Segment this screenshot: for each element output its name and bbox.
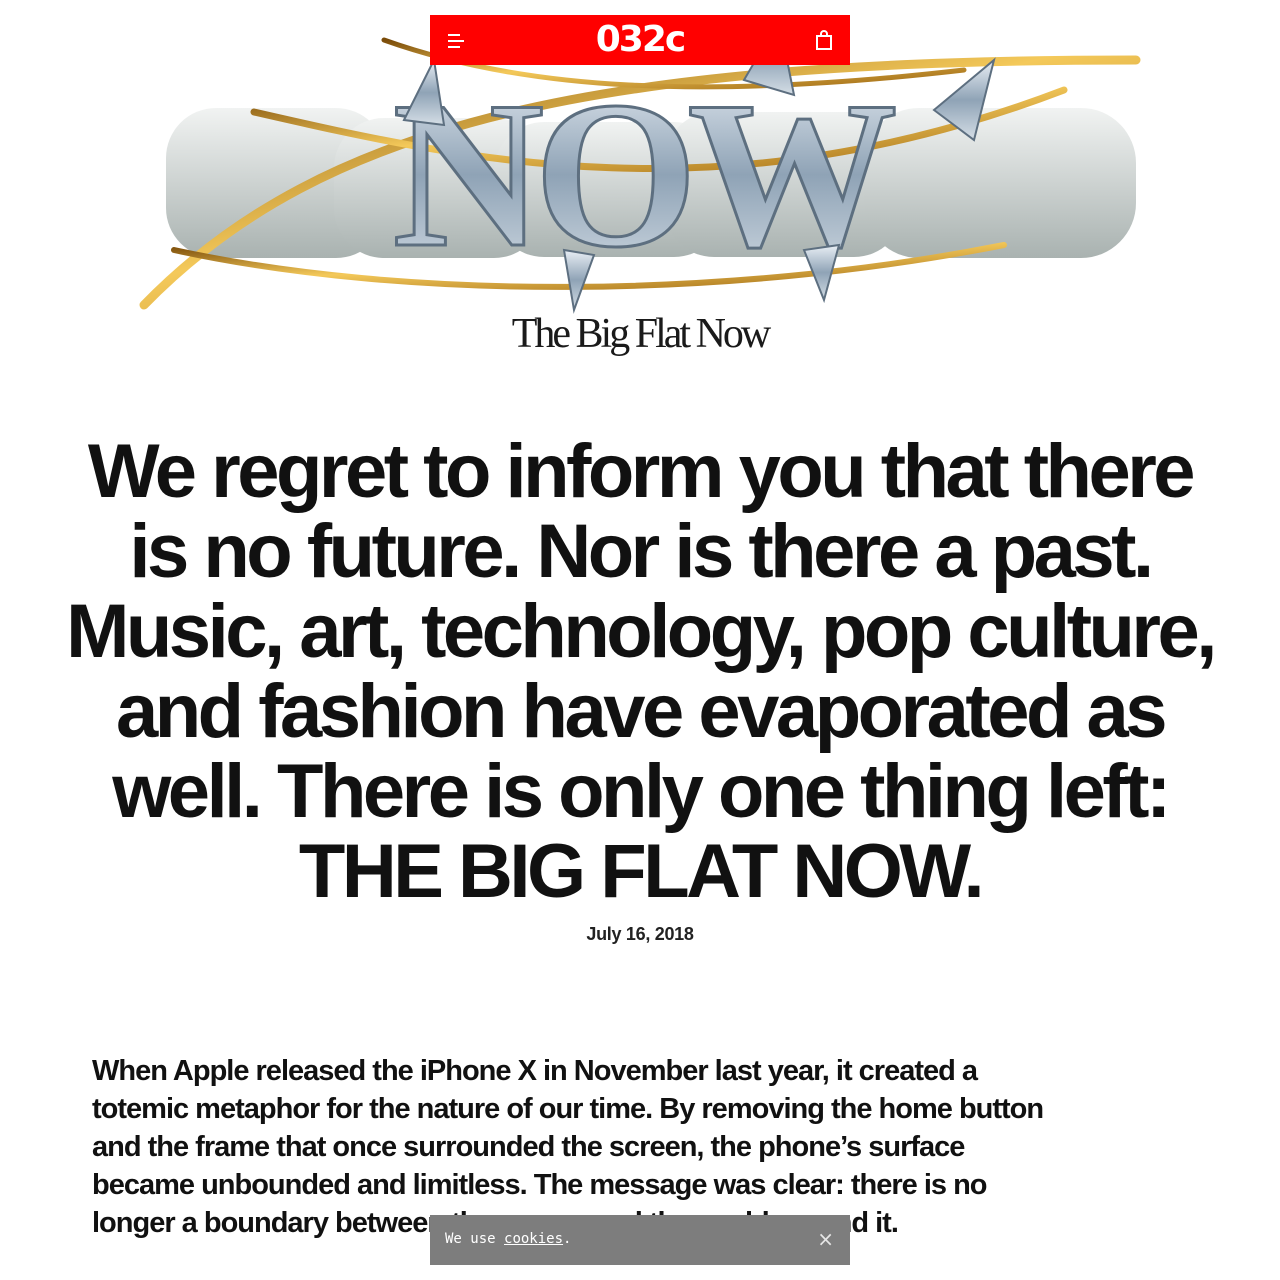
headline-line: well. There is only one thing left: bbox=[112, 749, 1171, 834]
cookies-link[interactable]: cookies bbox=[504, 1231, 563, 1247]
hero-subtitle: The Big Flat Now bbox=[511, 311, 771, 357]
article-intro: When Apple released the iPhone X in Nove… bbox=[92, 1052, 1192, 1242]
body-line: became unbounded and limitless. The mess… bbox=[92, 1169, 988, 1201]
body-line: When Apple released the iPhone X in Nove… bbox=[92, 1055, 978, 1087]
body-line: and the frame that once surrounded the s… bbox=[92, 1131, 965, 1163]
headline-line: THE BIG FLAT NOW. bbox=[298, 829, 985, 914]
headline-line: Music, art, technology, pop culture, bbox=[66, 589, 1217, 674]
top-nav-bar: 032c bbox=[430, 15, 850, 65]
body-line: totemic metaphor for the nature of our t… bbox=[92, 1093, 1044, 1125]
headline-line: and fashion have evaporated as bbox=[115, 669, 1168, 754]
shopping-bag-icon[interactable] bbox=[812, 28, 836, 52]
cookie-text-prefix: We use bbox=[445, 1231, 505, 1247]
cookie-message: We use cookies. bbox=[445, 1231, 571, 1247]
article-date: July 16, 2018 bbox=[586, 924, 694, 944]
cookie-banner: We use cookies. × bbox=[430, 1215, 850, 1265]
site-logo[interactable]: 032c bbox=[430, 19, 850, 61]
headline-line: is no future. Nor is there a past. bbox=[129, 509, 1154, 594]
headline-line: We regret to inform you that there bbox=[87, 429, 1196, 514]
article-headline: We regret to inform you that there is no… bbox=[10, 432, 1270, 912]
cookie-text-suffix: . bbox=[563, 1231, 572, 1247]
close-icon[interactable]: × bbox=[817, 1227, 834, 1251]
